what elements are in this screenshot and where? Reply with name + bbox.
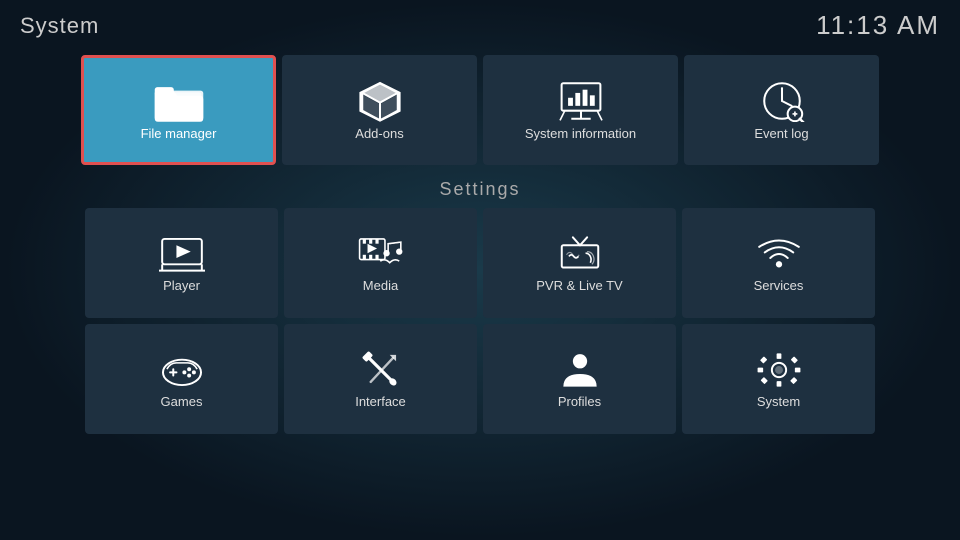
player-label: Player (163, 278, 200, 293)
tile-event-log[interactable]: Event log (684, 55, 879, 165)
tile-profiles[interactable]: Profiles (483, 324, 676, 434)
add-ons-label: Add-ons (355, 126, 403, 141)
services-label: Services (754, 278, 804, 293)
media-icon (358, 234, 404, 274)
system-settings-label: System (757, 394, 800, 409)
tile-interface[interactable]: Interface (284, 324, 477, 434)
tile-pvr-live-tv[interactable]: PVR & Live TV (483, 208, 676, 318)
clock: 11:13 AM (816, 10, 940, 41)
player-icon (159, 234, 205, 274)
games-icon (159, 350, 205, 390)
settings-row-1: Player Medi (0, 208, 960, 318)
tile-games[interactable]: Games (85, 324, 278, 434)
tile-system[interactable]: System (682, 324, 875, 434)
pvr-live-tv-label: PVR & Live TV (536, 278, 622, 293)
media-label: Media (363, 278, 398, 293)
tile-player[interactable]: Player (85, 208, 278, 318)
event-log-label: Event log (754, 126, 808, 141)
interface-icon (358, 350, 404, 390)
profiles-label: Profiles (558, 394, 601, 409)
folder-icon (153, 80, 205, 122)
pvr-icon (557, 234, 603, 274)
tile-services[interactable]: Services (682, 208, 875, 318)
settings-row-2: Games Interface Profiles (0, 324, 960, 434)
tile-add-ons[interactable]: Add-ons (282, 55, 477, 165)
addons-icon (354, 80, 406, 122)
services-icon (756, 234, 802, 274)
interface-label: Interface (355, 394, 406, 409)
file-manager-label: File manager (141, 126, 217, 141)
tile-file-manager[interactable]: File manager (81, 55, 276, 165)
tile-system-information[interactable]: System information (483, 55, 678, 165)
tile-media[interactable]: Media (284, 208, 477, 318)
page-title: System (20, 13, 99, 39)
top-items-row: File manager Add-ons (0, 55, 960, 165)
profiles-icon (557, 350, 603, 390)
games-label: Games (161, 394, 203, 409)
system-info-icon (555, 80, 607, 122)
settings-header: Settings (0, 179, 960, 200)
system-information-label: System information (525, 126, 636, 141)
event-log-icon (756, 80, 808, 122)
system-icon (756, 350, 802, 390)
